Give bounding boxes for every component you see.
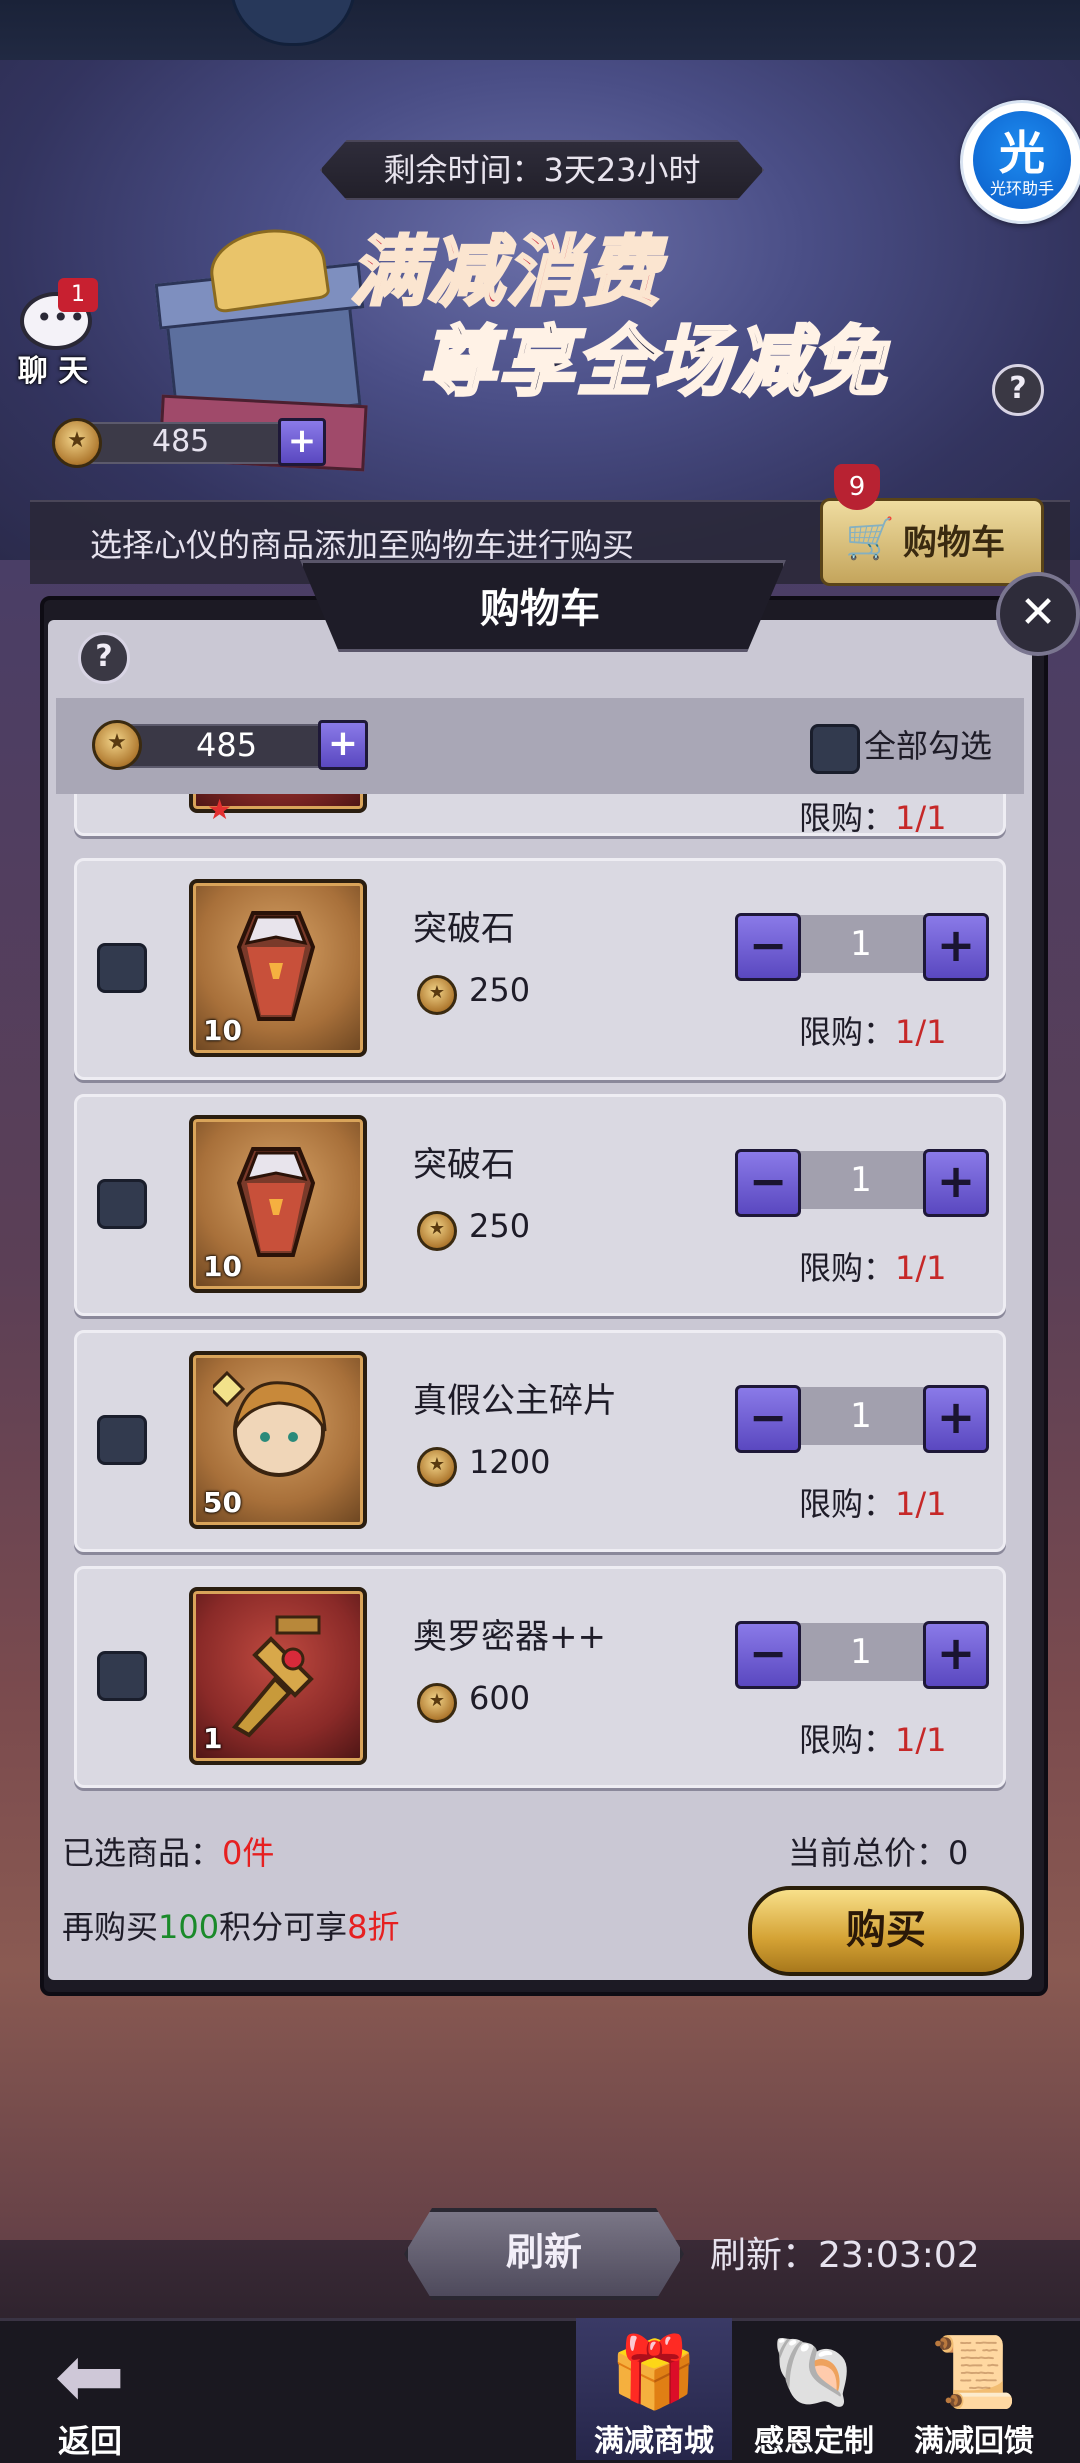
total-price: 当前总价：0 [788, 1834, 969, 1872]
item-checkbox[interactable] [97, 1415, 147, 1465]
item-checkbox[interactable] [97, 1179, 147, 1229]
item-price: 250 [469, 971, 531, 1009]
currency-balance: 485 [152, 424, 210, 459]
cart-currency-display: ★ 485 + [92, 716, 368, 772]
list-item: 10 突破石 ★ 250 − 1 + 限购：1/1 [74, 858, 1006, 1080]
purchase-limit: 限购：1/1 [799, 799, 947, 837]
event-title-line2: 尊享全场减免 [419, 316, 888, 408]
decrease-button[interactable]: − [735, 1149, 801, 1217]
quantity-value: 1 [850, 1396, 872, 1436]
back-label: 返回 [57, 2422, 122, 2460]
list-item: 1 奥罗密器++ ★ 600 − 1 + 限购：1/1 [74, 1566, 1006, 1788]
purchase-limit: 限购：1/1 [799, 1249, 947, 1287]
select-all-label: 全部勾选 [864, 727, 993, 765]
assistant-label: 光环助手 [989, 179, 1054, 198]
discount-promo: 再购买100积分可享8折 [62, 1908, 400, 1946]
buy-button[interactable]: 购买 [748, 1886, 1024, 1976]
breakthrough-stone-icon[interactable]: 10 [189, 879, 367, 1057]
selected-count: 已选商品：0件 [62, 1834, 275, 1872]
select-all-checkbox[interactable] [810, 724, 860, 774]
item-price: 1200 [469, 1443, 551, 1481]
tab-label: 满减商城 [594, 2424, 714, 2459]
princess-shard-icon[interactable]: 50 [189, 1351, 367, 1529]
cart-panel-title: 购物车 [480, 586, 600, 632]
item-name: 突破石 [413, 1145, 515, 1185]
tab-label: 感恩定制 [754, 2424, 874, 2459]
shell-icon: 🐚 [770, 2331, 858, 2413]
purchase-limit: 限购：1/1 [799, 1013, 947, 1051]
tab-full-reduction-rewards[interactable]: 📜 满减回馈 [896, 2318, 1052, 2460]
add-currency-button[interactable]: + [278, 418, 326, 466]
decrease-button[interactable]: − [735, 913, 801, 981]
gift-icon: 🎁 [610, 2331, 698, 2413]
refresh-countdown: 刷新：23:03:02 [710, 2235, 980, 2276]
list-item: 50 真假公主碎片 ★ 1200 − 1 + 限购：1/1 [74, 1330, 1006, 1552]
assistant-glyph: 光 [999, 126, 1045, 180]
hint-text: 选择心仪的商品添加至购物车进行购买 [90, 526, 635, 564]
halo-assistant-icon: 光 光环助手 [973, 111, 1071, 209]
coin-star-icon: ★ [417, 975, 457, 1015]
close-button[interactable]: ✕ [996, 572, 1080, 656]
halo-assistant-button[interactable]: 光 光环助手 [960, 100, 1080, 224]
list-item: ★ 限购：1/1 [74, 794, 1006, 837]
decrease-button[interactable]: − [735, 1621, 801, 1689]
coin-star-icon: ★ [417, 1211, 457, 1251]
breakthrough-stone-icon[interactable]: 10 [189, 1115, 367, 1293]
purchase-limit: 限购：1/1 [799, 1721, 947, 1759]
tab-label: 满减回馈 [914, 2424, 1034, 2459]
item-checkbox[interactable] [97, 1651, 147, 1701]
cart-item-list[interactable]: ★ 限购：1/1 10 突破石 ★ 250 − 1 + 限购：1/1 10 突破… [56, 794, 1024, 1802]
back-arrow-icon: ⬅ [54, 2327, 126, 2425]
aurora-artifact-icon[interactable]: 1 [189, 1587, 367, 1765]
increase-button[interactable]: + [923, 1149, 989, 1217]
quantity-stepper: − 1 + [735, 913, 989, 981]
increase-button[interactable]: + [923, 913, 989, 981]
scroll-icon: 📜 [930, 2331, 1018, 2413]
quantity-value: 1 [850, 1632, 872, 1672]
cart-button-label: 购物车 [903, 523, 1005, 563]
coin-star-icon: ★ [92, 720, 142, 770]
coin-star-icon: ★ [417, 1683, 457, 1723]
list-item: 10 突破石 ★ 250 − 1 + 限购：1/1 [74, 1094, 1006, 1316]
quantity-stepper: − 1 + [735, 1149, 989, 1217]
quantity-value: 1 [850, 1160, 872, 1200]
item-name: 真假公主碎片 [413, 1381, 617, 1421]
refresh-button[interactable]: 刷新 [404, 2208, 684, 2300]
tab-gratitude-custom[interactable]: 🐚 感恩定制 [736, 2318, 892, 2460]
item-checkbox[interactable] [97, 943, 147, 993]
cart-currency-balance: 485 [196, 726, 258, 764]
back-button[interactable]: ⬅ 返回 [20, 2330, 160, 2460]
event-help-icon[interactable]: ? [992, 364, 1044, 416]
quantity-stepper: − 1 + [735, 1621, 989, 1689]
cart-count-badge: 9 [834, 464, 880, 510]
tab-full-reduction-mall[interactable]: 🎁 满减商城 [576, 2318, 732, 2460]
coin-star-icon: ★ [417, 1447, 457, 1487]
coin-star-icon: ★ [52, 418, 102, 468]
add-currency-button[interactable]: + [318, 720, 368, 770]
item-price: 600 [469, 1679, 531, 1717]
item-name: 突破石 [413, 909, 515, 949]
currency-display: ★ 485 + [52, 414, 332, 470]
decrease-button[interactable]: − [735, 1385, 801, 1453]
cart-icon: 🛒 [845, 516, 895, 562]
chat-label: 聊 天 [17, 354, 89, 389]
cart-button[interactable]: 🛒 购物车 [820, 498, 1044, 586]
increase-button[interactable]: + [923, 1621, 989, 1689]
time-remaining-banner: 剩余时间：3天23小时 [320, 140, 764, 200]
purchase-limit: 限购：1/1 [799, 1485, 947, 1523]
chat-button[interactable]: ••• 1 聊 天 [8, 278, 98, 389]
chat-unread-badge: 1 [58, 278, 98, 312]
quantity-stepper: − 1 + [735, 1385, 989, 1453]
item-name: 奥罗密器++ [413, 1617, 606, 1657]
quantity-value: 1 [850, 924, 872, 964]
rarity-star-icon: ★ [207, 794, 233, 826]
item-price: 250 [469, 1207, 531, 1245]
cart-help-icon[interactable]: ? [78, 632, 130, 684]
increase-button[interactable]: + [923, 1385, 989, 1453]
